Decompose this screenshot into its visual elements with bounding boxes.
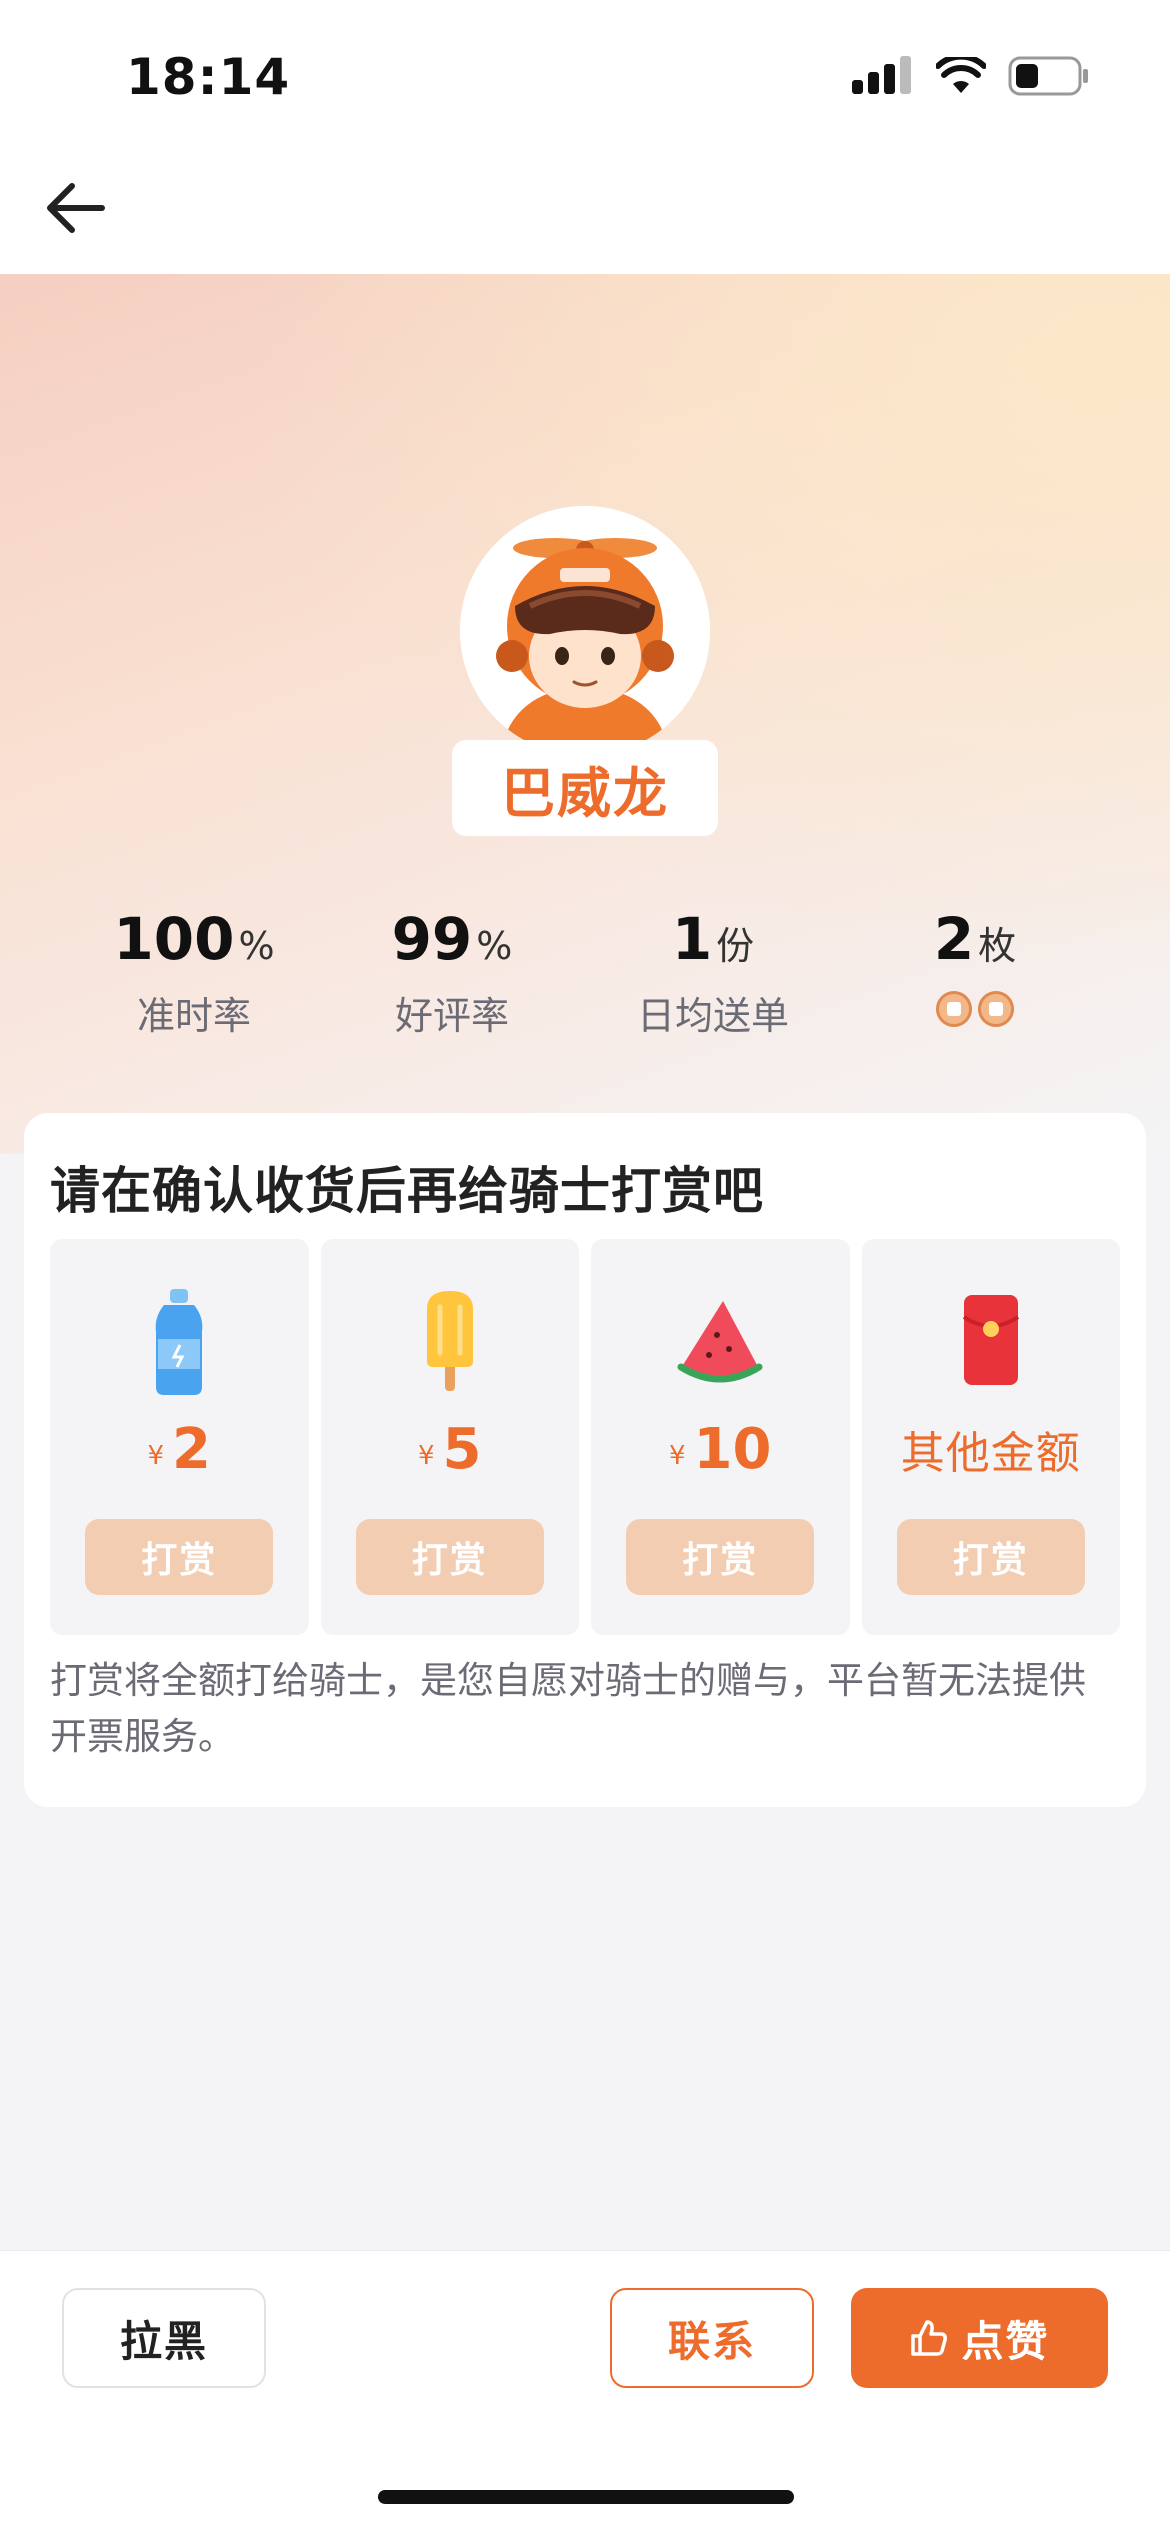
stat-unit: 份 bbox=[716, 924, 755, 968]
rider-stats: 100% 准时率 99% 好评率 1份 日均送单 2枚 bbox=[0, 905, 1170, 1045]
tip-button[interactable]: 打赏 bbox=[896, 1519, 1085, 1595]
home-indicator[interactable] bbox=[378, 2490, 794, 2504]
tip-amount-value: 10 bbox=[693, 1417, 772, 1482]
like-button[interactable]: 点赞 bbox=[851, 2288, 1108, 2388]
tip-button[interactable]: 打赏 bbox=[626, 1519, 815, 1595]
tip-card-title: 请在确认收货后再给骑士打赏吧 bbox=[50, 1162, 764, 1220]
stat-unit: % bbox=[476, 924, 513, 968]
tip-amount: ¥10 bbox=[591, 1417, 850, 1482]
currency-symbol: ¥ bbox=[669, 1441, 686, 1471]
stat-unit: 枚 bbox=[978, 924, 1017, 968]
stat-value: 1 bbox=[671, 905, 713, 973]
navigation-bar bbox=[0, 150, 1170, 274]
tip-amount: ¥2 bbox=[50, 1417, 309, 1482]
status-icons bbox=[852, 56, 1090, 96]
medal-icon bbox=[936, 991, 972, 1027]
tip-amount: 其他金额 bbox=[862, 1417, 1121, 1481]
block-button[interactable]: 拉黑 bbox=[62, 2288, 266, 2388]
tip-amount-value: 2 bbox=[172, 1417, 211, 1482]
stat-value: 100 bbox=[113, 905, 235, 973]
stat-value: 99 bbox=[391, 905, 473, 973]
tip-button[interactable]: 打赏 bbox=[355, 1519, 544, 1595]
stat-daily-orders: 1份 日均送单 bbox=[583, 905, 843, 1040]
thumbs-up-icon bbox=[911, 2320, 948, 2356]
tip-disclaimer: 打赏将全额打给骑士，是您自愿对骑士的赠与，平台暂无法提供开票服务。 bbox=[50, 1659, 1086, 1758]
status-bar: 18:14 bbox=[0, 0, 1170, 150]
contact-button[interactable]: 联系 bbox=[610, 2288, 814, 2388]
arrow-left-icon bbox=[47, 183, 105, 233]
like-label: 点赞 bbox=[961, 2316, 1050, 2366]
battery-icon bbox=[1008, 56, 1088, 96]
stat-label: 好评率 bbox=[394, 994, 509, 1038]
stat-on-time: 100% 准时率 bbox=[64, 905, 324, 1040]
popsicle-icon bbox=[426, 1291, 473, 1391]
tip-button[interactable]: 打赏 bbox=[85, 1519, 274, 1595]
tip-option-2[interactable]: ¥2 打赏 bbox=[50, 1239, 309, 1635]
tip-options: ¥2 打赏 ¥5 打赏 ¥10 打赏 其他金额 打赏 bbox=[50, 1239, 1120, 1635]
tip-amount-value: 5 bbox=[442, 1417, 482, 1482]
stat-value: 2 bbox=[933, 905, 975, 973]
status-time: 18:14 bbox=[126, 48, 291, 106]
tip-option-other[interactable]: 其他金额 打赏 bbox=[861, 1239, 1121, 1635]
stat-label: 准时率 bbox=[136, 994, 251, 1038]
rider-avatar-image bbox=[460, 506, 710, 756]
currency-symbol: ¥ bbox=[417, 1441, 435, 1471]
tip-amount: ¥5 bbox=[321, 1417, 580, 1482]
tip-amount-value: 其他金额 bbox=[900, 1428, 1081, 1479]
medal-list bbox=[845, 991, 1105, 1027]
stat-label: 日均送单 bbox=[636, 994, 789, 1038]
tip-card: 请在确认收货后再给骑士打赏吧 ¥2 打赏 ¥5 打赏 ¥ 10 打赏 其他金额 … bbox=[24, 1113, 1146, 1807]
back-button[interactable] bbox=[44, 176, 108, 240]
currency-symbol: ¥ bbox=[147, 1441, 165, 1471]
signal-icon bbox=[852, 56, 911, 94]
tip-option-5[interactable]: ¥5 打赏 bbox=[320, 1239, 580, 1635]
stat-unit: % bbox=[238, 924, 275, 968]
rider-avatar bbox=[460, 506, 710, 756]
medal-icon bbox=[978, 991, 1014, 1027]
rider-name-card: 巴威龙 bbox=[452, 740, 718, 836]
tip-option-10[interactable]: ¥10 打赏 bbox=[591, 1239, 850, 1635]
watermelon-icon bbox=[677, 1301, 763, 1383]
stat-medals[interactable]: 2枚 bbox=[845, 905, 1105, 1027]
water-bottle-icon bbox=[155, 1289, 203, 1395]
red-envelope-icon bbox=[962, 1295, 1019, 1385]
stat-good-rating: 99% 好评率 bbox=[322, 905, 582, 1040]
rider-name: 巴威龙 bbox=[501, 761, 669, 825]
wifi-icon bbox=[936, 57, 986, 93]
